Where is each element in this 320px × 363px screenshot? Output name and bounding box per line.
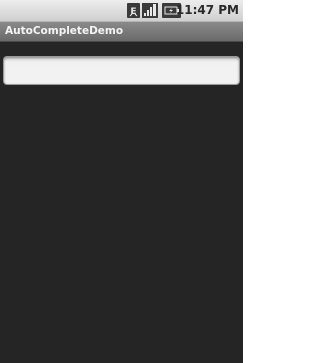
svg-text:E: E bbox=[130, 7, 136, 17]
status-clock: 11:47 PM bbox=[175, 3, 239, 17]
signal-strength-icon bbox=[142, 3, 158, 18]
phone-screen: E 11:47 PM AutoCompleteDemo bbox=[0, 0, 243, 363]
edge-network-icon: E bbox=[127, 3, 140, 18]
main-content bbox=[0, 42, 243, 363]
title-bar: AutoCompleteDemo bbox=[0, 22, 243, 42]
autocomplete-input[interactable] bbox=[3, 56, 240, 85]
app-title: AutoCompleteDemo bbox=[5, 25, 124, 37]
status-bar: E 11:47 PM bbox=[0, 0, 243, 22]
